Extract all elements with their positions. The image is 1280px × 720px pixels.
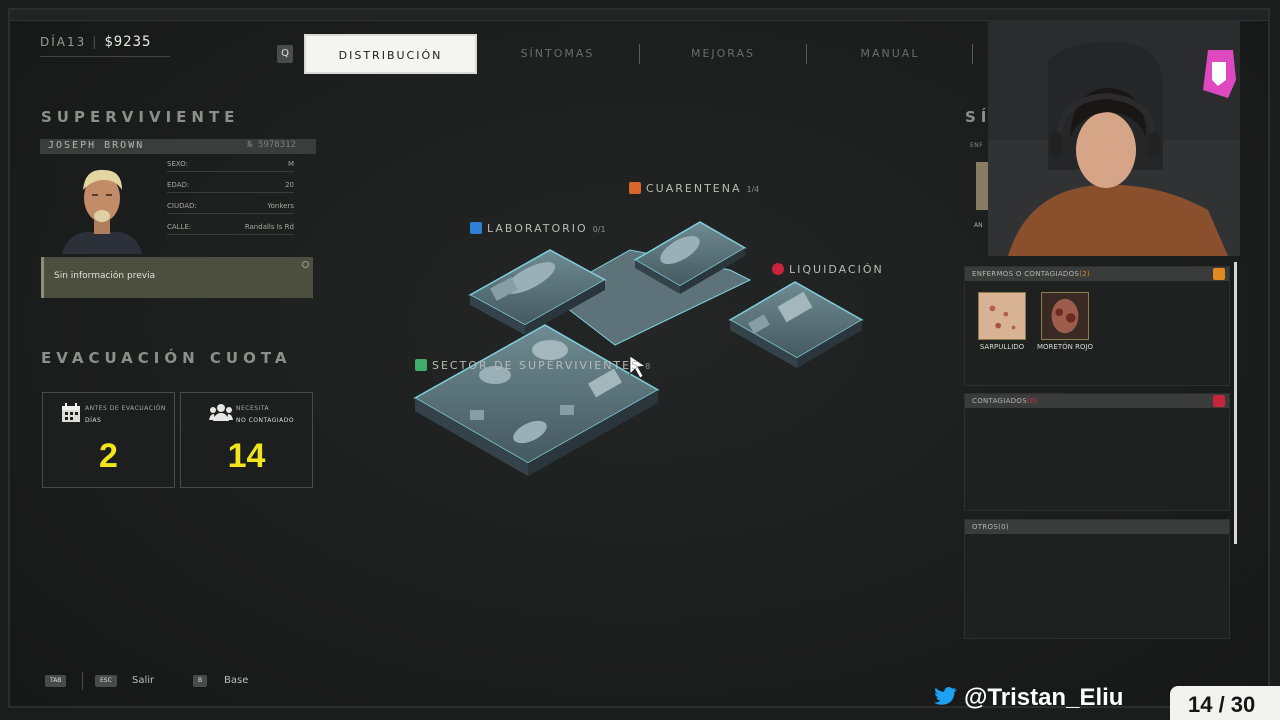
panel-enfermos: ENFERMOS O CONTAGIADOS(2) SARPULLIDO MOR… xyxy=(964,266,1230,386)
twitter-handle-overlay: @Tristan_Eliu xyxy=(934,684,1123,712)
lab-flask-icon xyxy=(470,222,482,234)
survivor-id: № 5978312 xyxy=(247,140,296,150)
otros-count: (0) xyxy=(998,523,1009,531)
label-laboratorio[interactable]: LABORATORIO 0/1 xyxy=(470,222,606,235)
symptom-sarpullido-label: SARPULLIDO xyxy=(979,343,1025,351)
day-money-display: DÍA13 | $9235 xyxy=(40,34,151,50)
days-label-2: DÍAS xyxy=(85,417,102,424)
needed-label-1: NECESITA xyxy=(236,405,270,412)
symptom-moreton-rojo[interactable] xyxy=(1041,292,1089,340)
survivor-name-bar: JOSEPH BROWN № 5978312 xyxy=(40,139,316,154)
tab-divider xyxy=(639,44,640,64)
otros-title: OTROS(0) xyxy=(972,523,1009,531)
room-liquidacion[interactable] xyxy=(728,281,864,368)
sexo-label: SEXO: xyxy=(167,160,188,168)
tab-distribucion[interactable]: DISTRIBUCIÓN xyxy=(304,34,477,74)
survivor-portrait xyxy=(52,160,152,254)
needed-value: 14 xyxy=(227,437,266,475)
base-map[interactable] xyxy=(400,170,880,500)
calle-label: CALLE: xyxy=(167,223,192,231)
money-value: $9235 xyxy=(104,34,152,50)
symptom-sarpullido[interactable] xyxy=(978,292,1026,340)
contagiados-count: (0) xyxy=(1026,397,1038,405)
biohazard-icon xyxy=(1213,395,1225,407)
ciudad-value: Yonkers xyxy=(267,202,294,210)
day-label: DÍA13 xyxy=(40,35,87,49)
field-divider xyxy=(167,192,294,193)
room-sector-supervivientes[interactable] xyxy=(413,324,660,476)
tab-divider xyxy=(806,44,807,64)
label-liquidacion[interactable]: LIQUIDACIÓN xyxy=(772,263,884,276)
label-sector-supervivientes[interactable]: SECTOR DE SUPERVIVIENTES 8 xyxy=(415,359,650,372)
panel-otros-header: OTROS(0) xyxy=(965,520,1229,534)
liquidacion-name: LIQUIDACIÓN xyxy=(789,263,884,276)
webcam-overlay xyxy=(988,20,1240,256)
quota-days-card: ANTES DE EVACUACIÓN DÍAS 2 xyxy=(42,392,175,488)
b-key-hint[interactable]: B xyxy=(193,675,208,687)
laboratorio-name: LABORATORIO xyxy=(487,222,588,235)
ciudad-label: CIUDAD: xyxy=(167,202,197,210)
enfermos-title-text: ENFERMOS O CONTAGIADOS xyxy=(972,270,1080,278)
panel-otros: OTROS(0) xyxy=(964,519,1230,639)
contagiados-title: CONTAGIADOS(0) xyxy=(972,397,1038,405)
header-separator: | xyxy=(92,35,99,49)
warning-icon xyxy=(1213,268,1225,280)
panel-contagiados: CONTAGIADOS(0) xyxy=(964,393,1230,511)
otros-title-text: OTROS xyxy=(972,523,999,531)
edad-value: 20 xyxy=(285,181,294,189)
cuarentena-capacity: 1/4 xyxy=(746,185,760,194)
symptom-thumbnail[interactable] xyxy=(976,162,988,210)
tab-sintomas[interactable]: SÍNTOMAS xyxy=(480,34,635,74)
tab-manual[interactable]: MANUAL xyxy=(810,34,970,74)
note-status-icon xyxy=(302,261,309,268)
needed-label-2: NO CONTAGIADO xyxy=(236,417,295,424)
calendar-icon xyxy=(62,403,80,422)
q-key-hint[interactable]: Q xyxy=(277,45,293,63)
header-underline xyxy=(40,56,170,57)
survivor-note-box: Sin información previa xyxy=(41,257,313,298)
field-divider xyxy=(167,234,294,235)
quota-needed-card: NECESITA NO CONTAGIADO 14 xyxy=(180,392,313,488)
stream-counter: 14 / 30 xyxy=(1170,686,1280,720)
edad-label: EDAD: xyxy=(167,181,190,189)
symptoms-scrollbar[interactable] xyxy=(1234,262,1237,544)
sexo-value: M xyxy=(287,160,294,168)
symptoms-subheader: ENF xyxy=(970,142,984,149)
contagiados-title-text: CONTAGIADOS xyxy=(972,397,1027,405)
stream-counter-text: 14 / 30 xyxy=(1188,692,1256,717)
panel-enfermos-header: ENFERMOS O CONTAGIADOS(2) xyxy=(965,267,1229,281)
symptom-moreton-rojo-label: MORETÓN ROJO xyxy=(1036,343,1094,351)
twitter-bird-icon xyxy=(934,687,957,705)
enfermos-title: ENFERMOS O CONTAGIADOS(2) xyxy=(972,270,1090,278)
sector-capacity: 8 xyxy=(645,362,651,371)
tab-mejoras[interactable]: MEJORAS xyxy=(643,34,803,74)
cuarentena-name: CUARENTENA xyxy=(646,182,742,195)
warning-icon xyxy=(629,182,641,194)
biohazard-icon xyxy=(772,263,784,275)
days-value: 2 xyxy=(99,437,118,475)
calle-value: Randalls Is Rd xyxy=(244,223,294,231)
panel-contagiados-header: CONTAGIADOS(0) xyxy=(965,394,1229,408)
esc-key-hint[interactable]: ESC xyxy=(95,675,117,687)
b-label[interactable]: Base xyxy=(224,675,248,686)
symptom-thumbnail-label: AN xyxy=(974,222,983,229)
twitter-handle: @Tristan_Eliu xyxy=(964,684,1124,711)
tab-divider xyxy=(972,44,973,64)
field-divider xyxy=(167,171,294,172)
shield-icon xyxy=(415,359,427,371)
esc-label[interactable]: Salir xyxy=(132,675,154,686)
footer-divider xyxy=(82,672,83,690)
survivor-section-title: SUPERVIVIENTE xyxy=(41,108,240,126)
enfermos-count: (2) xyxy=(1079,270,1091,278)
label-cuarentena[interactable]: CUARENTENA 1/4 xyxy=(629,182,759,195)
quota-section-title: EVACUACIÓN CUOTA xyxy=(41,349,292,367)
survivor-name: JOSEPH BROWN xyxy=(48,140,145,151)
survivor-note-text: Sin información previa xyxy=(54,271,156,281)
tab-key-hint[interactable]: TAB xyxy=(45,675,67,687)
days-label-1: ANTES DE EVACUACIÓN xyxy=(85,405,166,412)
laboratorio-capacity: 0/1 xyxy=(592,225,606,234)
people-icon xyxy=(209,404,233,421)
field-divider xyxy=(167,213,294,214)
sector-name: SECTOR DE SUPERVIVIENTES xyxy=(432,359,641,372)
